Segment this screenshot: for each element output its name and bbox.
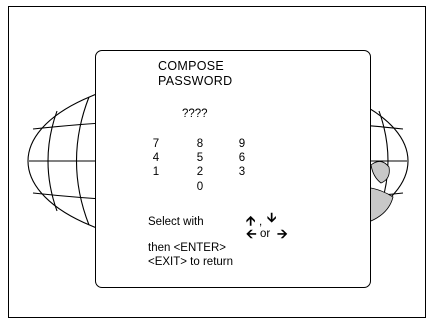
screen-frame: COMPOSE PASSWORD ???? 7 8 9 4 5 6 1 2 3 … — [8, 6, 426, 318]
key-1[interactable]: 1 — [148, 166, 164, 178]
exit-return-text: <EXIT> to return — [148, 256, 234, 268]
arrow-right-icon: 🡪 — [277, 226, 288, 241]
password-display: ???? — [182, 108, 208, 120]
title-line-password: PASSWORD — [158, 74, 233, 88]
key-6[interactable]: 6 — [234, 152, 250, 164]
then-enter-text: then <ENTER> — [148, 242, 226, 254]
comma-text: , — [259, 216, 263, 228]
select-with-text: Select with — [148, 216, 204, 228]
dialog-title: COMPOSE PASSWORD — [158, 59, 232, 89]
key-5[interactable]: 5 — [192, 152, 208, 164]
key-7[interactable]: 7 — [148, 138, 164, 150]
key-9[interactable]: 9 — [234, 138, 250, 150]
key-0[interactable]: 0 — [192, 181, 208, 193]
key-4[interactable]: 4 — [148, 152, 164, 164]
or-text: or — [260, 228, 271, 240]
key-8[interactable]: 8 — [192, 138, 208, 150]
key-2[interactable]: 2 — [192, 166, 208, 178]
key-3[interactable]: 3 — [234, 166, 250, 178]
arrow-left-icon: 🡨 — [246, 226, 257, 241]
password-dialog: COMPOSE PASSWORD ???? 7 8 9 4 5 6 1 2 3 … — [95, 50, 371, 288]
title-line-compose: COMPOSE — [158, 59, 224, 73]
